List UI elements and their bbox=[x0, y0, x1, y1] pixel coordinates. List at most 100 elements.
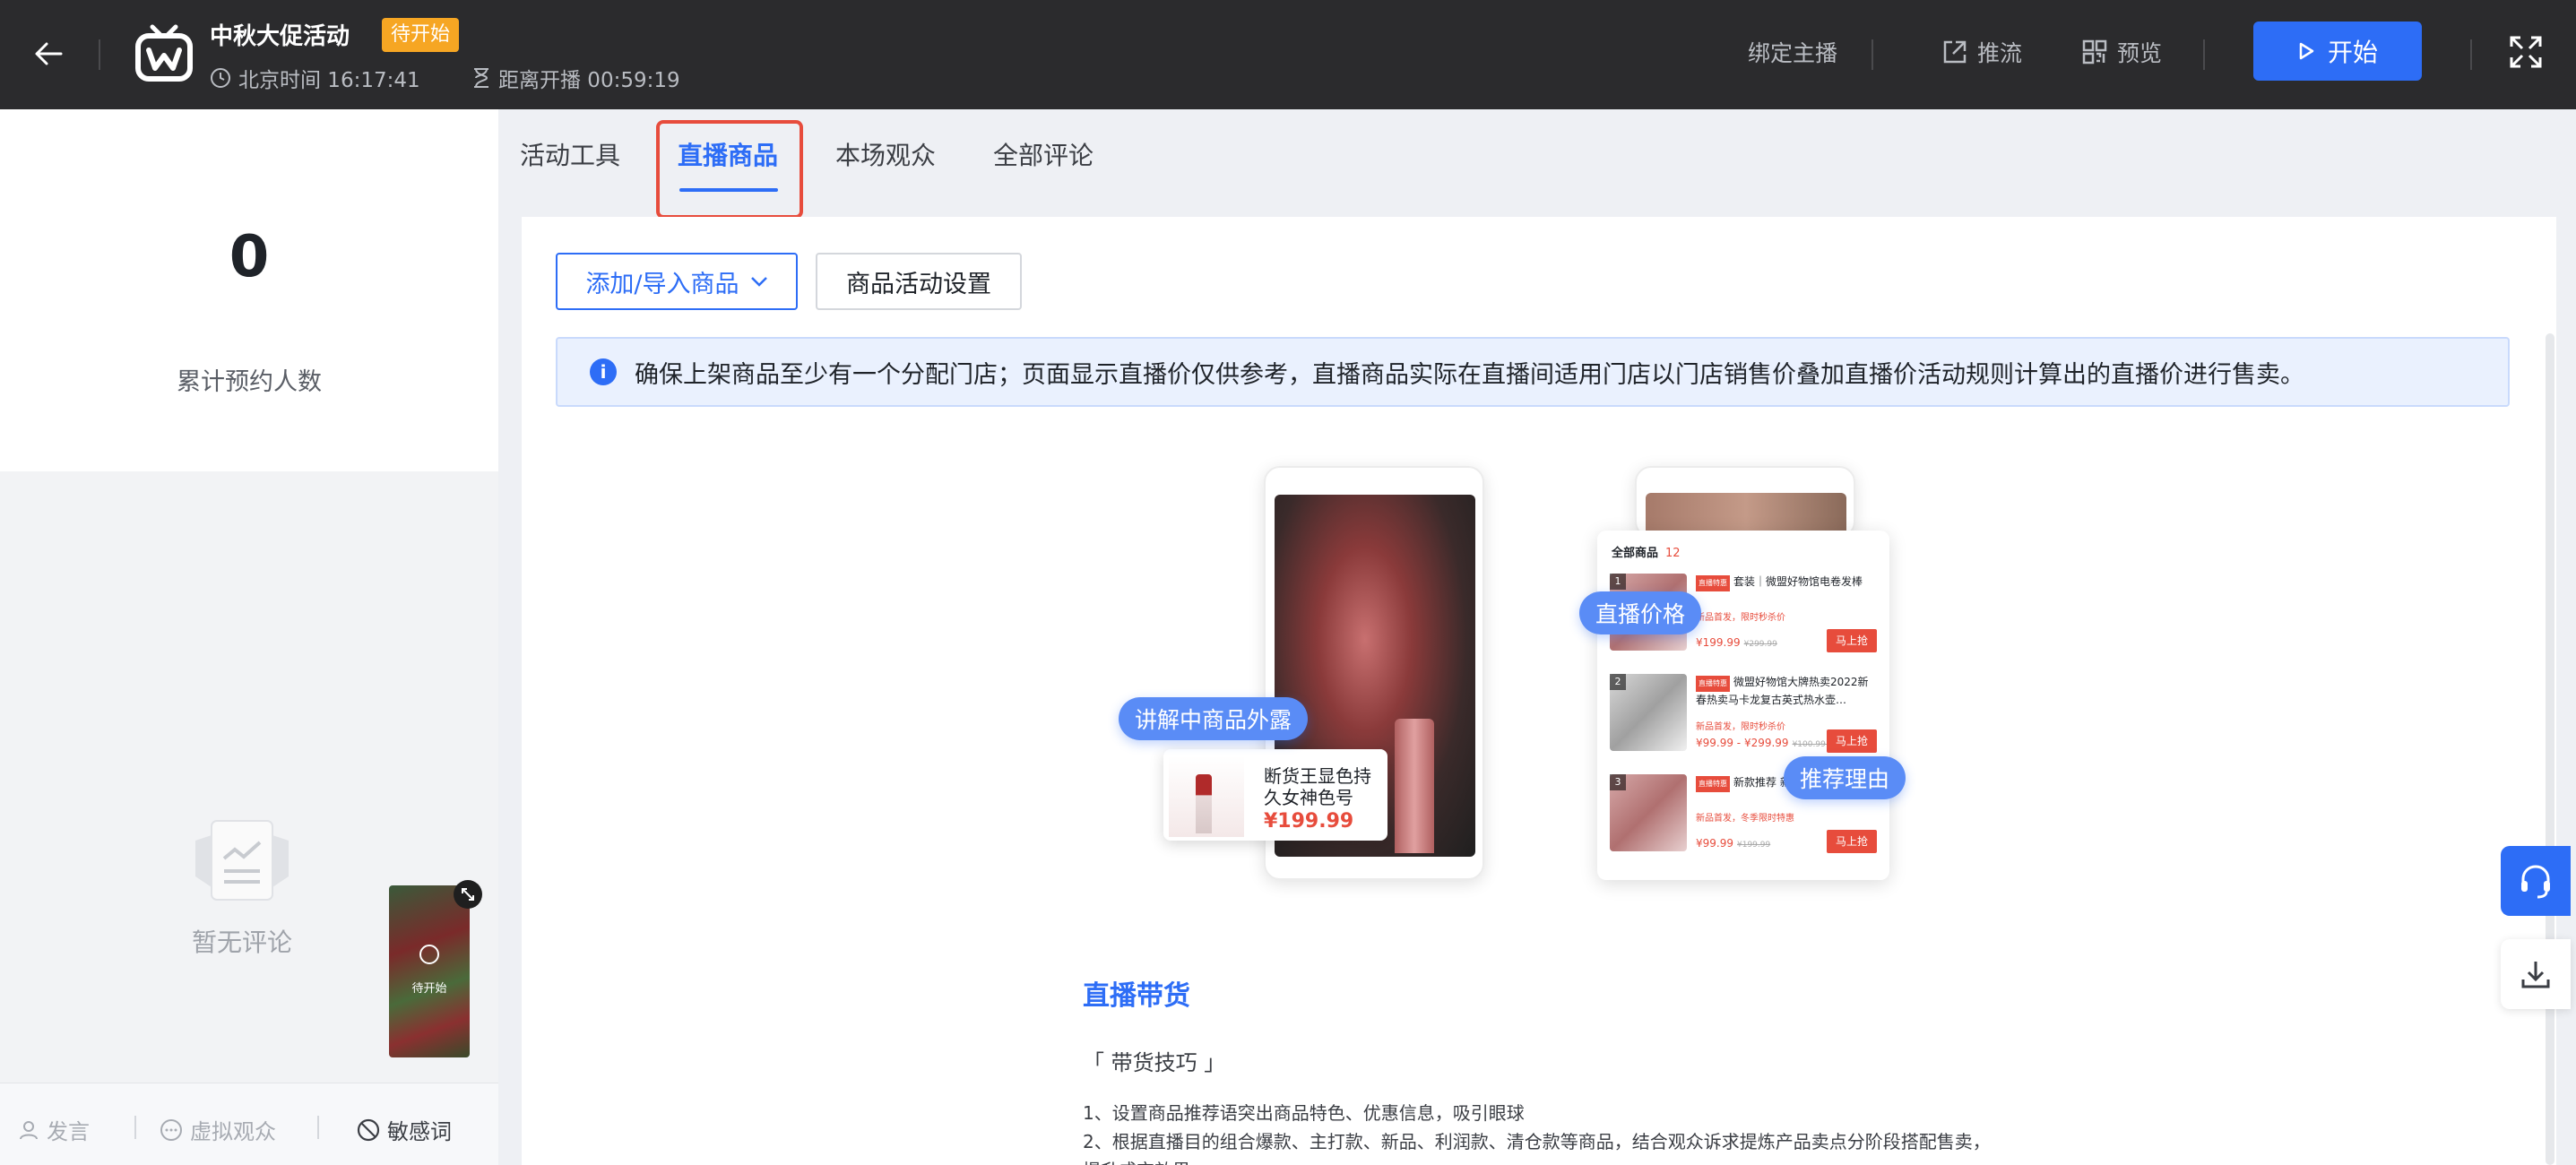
comment-toolbar: 发言 虚拟观众 敏感词 bbox=[0, 1083, 498, 1165]
product-list-panel: 全部商品 12 1 直播特惠 套装｜微盟好物馆电卷发棒 新品首发，限时秒杀价 ¥19… bbox=[1597, 531, 1889, 880]
expand-preview-button[interactable] bbox=[454, 880, 482, 909]
tab-all-comments[interactable]: 全部评论 bbox=[993, 136, 1094, 172]
back-button[interactable] bbox=[25, 30, 72, 77]
buy-now-button: 马上抢 bbox=[1827, 830, 1877, 853]
notice-text: 确保上架商品至少有一个分配门店；页面显示直播价仅供参考，直播商品实际在直播间适用… bbox=[635, 360, 2304, 389]
expand-icon bbox=[462, 888, 474, 901]
top-bar: 中秋大促活动 待开始 北京时间 16:17:41 距离开播 00:59:19 绑… bbox=[0, 0, 2576, 109]
add-import-products-button[interactable]: 添加/导入商品 bbox=[556, 253, 798, 310]
qrcode-icon bbox=[2082, 39, 2107, 65]
product-image bbox=[1169, 756, 1244, 837]
download-icon bbox=[2521, 962, 2550, 988]
add-import-label: 添加/导入商品 bbox=[585, 270, 739, 298]
clock-icon bbox=[211, 68, 230, 88]
tab-highlight-box bbox=[656, 120, 803, 219]
products-content: 添加/导入商品 商品活动设置 i 确保上架商品至少有一个分配门店；页面显示直播价… bbox=[522, 217, 2556, 1165]
product-price-text: ¥199.99 bbox=[1696, 636, 1741, 649]
product-badge: 直播特惠 bbox=[1696, 676, 1730, 692]
product-thumbnail: 3 bbox=[1610, 774, 1687, 851]
countdown: 距离开播 00:59:19 bbox=[471, 63, 680, 93]
start-live-button[interactable]: 开始 bbox=[2253, 22, 2422, 81]
product-thumbnail: 2 bbox=[1610, 674, 1687, 751]
product-rank: 2 bbox=[1610, 674, 1626, 690]
tab-audience[interactable]: 本场观众 bbox=[835, 136, 936, 172]
ban-icon bbox=[357, 1118, 380, 1141]
arrow-left-icon bbox=[35, 42, 63, 65]
preview-label: 预览 bbox=[2117, 40, 2163, 66]
tab-bar: 活动工具 直播商品 本场观众 全部评论 bbox=[498, 109, 2576, 217]
hourglass-icon bbox=[474, 68, 488, 88]
divider bbox=[2203, 39, 2205, 70]
bubble-explaining-product: 讲解中商品外露 bbox=[1119, 697, 1309, 740]
sensitive-words-label: 敏感词 bbox=[387, 1119, 452, 1144]
status-badge: 待开始 bbox=[382, 18, 460, 52]
chevron-down-icon bbox=[750, 277, 767, 287]
push-stream-label: 推流 bbox=[1977, 40, 2023, 66]
user-icon bbox=[20, 1120, 38, 1139]
content-scrollbar[interactable] bbox=[2546, 333, 2554, 1165]
product-panel-header: 全部商品 12 bbox=[1612, 543, 1681, 560]
customer-service-button[interactable] bbox=[2501, 846, 2571, 916]
product-price-text: ¥99.99 - ¥299.99 bbox=[1696, 737, 1789, 749]
sensitive-words-button[interactable]: 敏感词 bbox=[357, 1114, 452, 1145]
product-name-text: 套装｜微盟好物馆电卷发棒 bbox=[1733, 575, 1863, 588]
bind-host-link[interactable]: 绑定主播 bbox=[1748, 36, 1837, 68]
fullscreen-icon[interactable] bbox=[2506, 32, 2546, 72]
tip-line: 提升成交效果 bbox=[1083, 1156, 1190, 1165]
phone-mockup-products bbox=[1635, 466, 1855, 538]
product-price: ¥199.99 ¥299.99 bbox=[1696, 636, 1777, 649]
tip-line: 2、根据直播目的组合爆款、主打款、新品、利润款、清仓款等商品，结合观众诉求提炼产… bbox=[1083, 1131, 1991, 1152]
product-badge: 直播特惠 bbox=[1696, 776, 1730, 792]
reservation-panel: 0 累计预约人数 bbox=[0, 109, 498, 471]
product-original-price: ¥199.99 bbox=[1737, 841, 1771, 850]
mini-status-text: 待开始 bbox=[411, 982, 447, 996]
reservation-count: 0 bbox=[229, 224, 270, 290]
reservation-label: 累计预约人数 bbox=[177, 368, 322, 396]
product-badge: 直播特惠 bbox=[1696, 575, 1730, 591]
virtual-audience-button[interactable]: 虚拟观众 bbox=[160, 1114, 276, 1145]
product-activity-settings-button[interactable]: 商品活动设置 bbox=[816, 253, 1022, 310]
live-tv-logo-icon bbox=[135, 24, 193, 82]
product-rank: 3 bbox=[1610, 774, 1626, 790]
bind-host-label: 绑定主播 bbox=[1748, 40, 1838, 66]
lipstick-image bbox=[1395, 719, 1434, 853]
share-out-icon bbox=[1943, 40, 1967, 64]
lipstick-image bbox=[1196, 774, 1212, 833]
divider bbox=[99, 39, 100, 70]
section-title: 直播带货 bbox=[1083, 980, 1190, 1012]
product-card-name: 断货王显色持久女神色号 bbox=[1264, 765, 1371, 808]
product-original-price: ¥299.99 bbox=[1743, 640, 1777, 649]
divider bbox=[2470, 39, 2472, 70]
clock-icon bbox=[419, 945, 439, 964]
explaining-product-card: 断货王显色持久女神色号 ¥199.99 bbox=[1163, 749, 1387, 841]
activity-title: 中秋大促活动 bbox=[210, 23, 350, 50]
download-button[interactable] bbox=[2501, 939, 2571, 1009]
empty-comments-icon bbox=[195, 820, 289, 901]
beijing-time-text: 北京时间 16:17:41 bbox=[238, 69, 420, 92]
countdown-text: 距离开播 00:59:19 bbox=[498, 69, 680, 92]
panel-title: 全部商品 bbox=[1612, 547, 1659, 560]
headset-icon bbox=[2521, 865, 2550, 899]
notice-banner: i 确保上架商品至少有一个分配门店；页面显示直播价仅供参考，直播商品实际在直播间… bbox=[556, 337, 2510, 407]
info-icon: i bbox=[590, 358, 617, 385]
product-promo: 新品首发，冬季限时特惠 bbox=[1696, 814, 1794, 824]
divider bbox=[317, 1116, 319, 1139]
section-subtitle: 「 带货技巧 」 bbox=[1083, 1050, 1226, 1075]
product-name: 直播特惠 微盟好物馆大牌热卖2022新春热卖马卡龙复古英式热水壶… bbox=[1696, 674, 1875, 708]
speak-button[interactable]: 发言 bbox=[18, 1114, 90, 1145]
preview-button[interactable]: 预览 bbox=[2081, 36, 2162, 68]
virtual-audience-label: 虚拟观众 bbox=[190, 1119, 276, 1144]
product-item: 2 直播特惠 微盟好物馆大牌热卖2022新春热卖马卡龙复古英式热水壶… 新品首发，… bbox=[1610, 674, 1879, 767]
tab-activity-tools[interactable]: 活动工具 bbox=[520, 136, 620, 172]
product-price-text: ¥99.99 bbox=[1696, 837, 1733, 850]
buy-now-button: 马上抢 bbox=[1827, 729, 1877, 753]
product-card-price: ¥199.99 bbox=[1264, 810, 1354, 833]
product-promo: 新品首发，限时秒杀价 bbox=[1696, 722, 1785, 732]
play-icon bbox=[2299, 42, 2314, 60]
speak-label: 发言 bbox=[47, 1119, 90, 1144]
start-live-label: 开始 bbox=[2327, 38, 2378, 67]
panel-count: 12 bbox=[1665, 547, 1681, 560]
push-stream-button[interactable]: 推流 bbox=[1941, 36, 2022, 68]
product-rank: 1 bbox=[1610, 574, 1626, 590]
live-preview-thumbnail[interactable]: 待开始 bbox=[389, 885, 470, 1057]
